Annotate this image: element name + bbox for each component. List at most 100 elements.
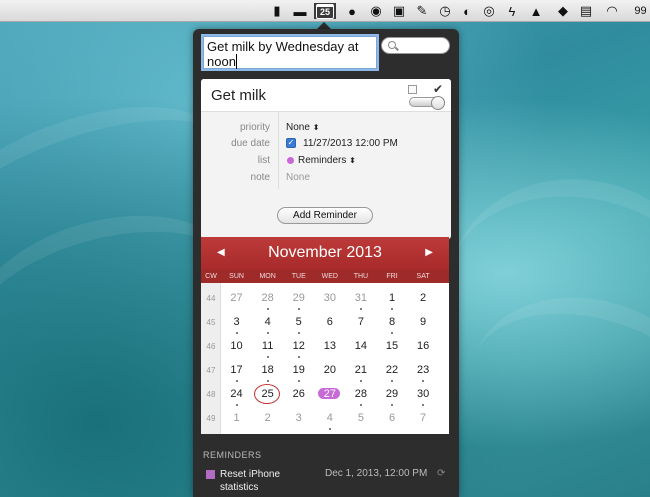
calendar-day[interactable]: 3	[221, 311, 252, 335]
calendar-day[interactable]: 5	[283, 311, 314, 335]
calendar-day-selected[interactable]: 27	[314, 383, 345, 407]
evernote-icon[interactable]: ◉	[368, 3, 384, 19]
add-reminder-button[interactable]: Add Reminder	[277, 207, 373, 224]
day-number: 6	[326, 316, 333, 328]
calendar-day[interactable]: 17	[221, 359, 252, 383]
calendar-day[interactable]: 26	[283, 383, 314, 407]
calendar-day[interactable]: 22	[376, 359, 407, 383]
day-number: 23	[416, 364, 430, 376]
calendar-day[interactable]: 8	[376, 311, 407, 335]
calendar-day[interactable]: 23	[408, 359, 439, 383]
priority-select[interactable]: None ⬍	[286, 122, 319, 133]
calendar-day[interactable]: 30	[408, 383, 439, 407]
due-date-value[interactable]: 11/27/2013 12:00 PM	[303, 138, 398, 149]
calendar-day[interactable]: 11	[252, 335, 283, 359]
calendar-day[interactable]: 15	[376, 335, 407, 359]
calendar-day[interactable]: 3	[283, 407, 314, 431]
list-select[interactable]: Reminders ⬍	[298, 155, 356, 166]
calendar-day[interactable]: 1	[221, 407, 252, 431]
calendar-day[interactable]: 5	[345, 407, 376, 431]
calendar-day[interactable]: 10	[221, 335, 252, 359]
list-label: list	[257, 155, 270, 166]
calendar-day[interactable]: 14	[345, 335, 376, 359]
due-date-checkbox[interactable]: ✓	[286, 138, 296, 148]
calendar-day[interactable]: 28	[345, 383, 376, 407]
event-reminder-toggle[interactable]	[409, 96, 445, 110]
note-label: note	[250, 172, 270, 183]
checkmark-icon[interactable]: ✔	[433, 82, 443, 96]
calendar-day[interactable]: 27	[221, 287, 252, 311]
day-number: 30	[416, 388, 430, 400]
calendar-week-row: 48 24 25 26 27 28 29 30	[201, 383, 449, 407]
next-month-button[interactable]: ▶	[425, 247, 433, 258]
day-number: 28	[261, 292, 274, 304]
day-number: 1	[388, 292, 396, 304]
updown-arrows-icon: ⬍	[312, 123, 320, 132]
due-date-label: due date	[231, 138, 270, 149]
quick-entry-input[interactable]: Get milk by Wednesday at noon	[203, 36, 377, 69]
week-number: 48	[206, 390, 216, 399]
calendar-day[interactable]: 16	[408, 335, 439, 359]
bolt-icon[interactable]: ϟ	[504, 3, 520, 19]
note-field[interactable]: None	[286, 172, 310, 183]
search-field[interactable]	[381, 37, 450, 54]
day-number: 30	[323, 292, 336, 304]
calendar-day[interactable]: 19	[283, 359, 314, 383]
list-color-dot	[287, 157, 294, 164]
calendar-day[interactable]: 7	[345, 311, 376, 335]
calendar-week-row: 46 10 11 12 13 14 15 16	[201, 335, 449, 359]
calendar-day[interactable]: 1	[376, 287, 407, 311]
reminder-title[interactable]: Get milk	[211, 87, 266, 104]
calendar-day[interactable]: 12	[283, 335, 314, 359]
message-icon[interactable]: ▬	[292, 3, 308, 19]
day-number: 13	[323, 340, 336, 352]
day-number: 10	[230, 340, 243, 352]
day-number: 28	[354, 388, 368, 400]
hat-icon[interactable]: ▲	[528, 3, 544, 19]
calendar-day[interactable]: 20	[314, 359, 345, 383]
calendar-day-today[interactable]: 25	[252, 383, 283, 407]
calendar-day[interactable]: 29	[376, 383, 407, 407]
calendar-day[interactable]: 18	[252, 359, 283, 383]
download-icon[interactable]: ▣	[391, 3, 407, 19]
day-of-week-label: THU	[353, 273, 369, 280]
calendar-day[interactable]: 4	[252, 311, 283, 335]
calendar-day[interactable]: 2	[252, 407, 283, 431]
wifi-icon[interactable]: ◠	[604, 3, 620, 19]
calendar-day[interactable]: 4	[314, 407, 345, 431]
wrench-icon[interactable]: ✎	[414, 3, 430, 19]
lock-icon[interactable]: ▤	[578, 3, 594, 19]
note-icon[interactable]	[408, 85, 417, 94]
calendar-day[interactable]: 13	[314, 335, 345, 359]
day-number: 7	[420, 412, 427, 424]
calendar-day[interactable]: 31	[345, 287, 376, 311]
day-of-week-label: WED	[321, 273, 338, 280]
week-number: 46	[206, 342, 216, 351]
day-number: 8	[388, 316, 396, 328]
calendar-day[interactable]: 28	[252, 287, 283, 311]
circle-app-icon[interactable]: ●	[344, 3, 360, 19]
week-number: 44	[206, 294, 216, 303]
calendar-day[interactable]: 21	[345, 359, 376, 383]
calendar-day[interactable]: 9	[408, 311, 439, 335]
day-of-week-label: TUE	[291, 273, 306, 280]
phone-icon[interactable]: ▮	[269, 3, 285, 19]
calendar-day[interactable]: 6	[376, 407, 407, 431]
calendar-grid: 44 27 28 29 30 31 1 2 45 3 4 5 6 7 8 9 46 10 11 12 13 14 15 16 4…	[201, 283, 449, 434]
calendar-day[interactable]: 29	[283, 287, 314, 311]
clock-icon[interactable]: ◷	[437, 3, 453, 19]
airdrop-icon[interactable]: ◎	[481, 3, 497, 19]
dropbox-icon[interactable]: ◆	[555, 3, 571, 19]
calendar-menu-extra[interactable]: 25	[314, 3, 336, 19]
calendar-day[interactable]: 24	[221, 383, 252, 407]
battery-percent[interactable]: 99	[631, 3, 650, 19]
calendar-day[interactable]: 30	[314, 287, 345, 311]
calendar-day[interactable]: 6	[314, 311, 345, 335]
calendar-day[interactable]: 7	[408, 407, 439, 431]
reminder-item-title[interactable]: Reset iPhone statistics	[220, 468, 310, 494]
day-number: 19	[292, 364, 305, 376]
shield-icon[interactable]: ◐	[459, 3, 475, 19]
day-number: 6	[388, 412, 396, 424]
day-of-week-label: MON	[259, 273, 276, 280]
calendar-day[interactable]: 2	[408, 287, 439, 311]
